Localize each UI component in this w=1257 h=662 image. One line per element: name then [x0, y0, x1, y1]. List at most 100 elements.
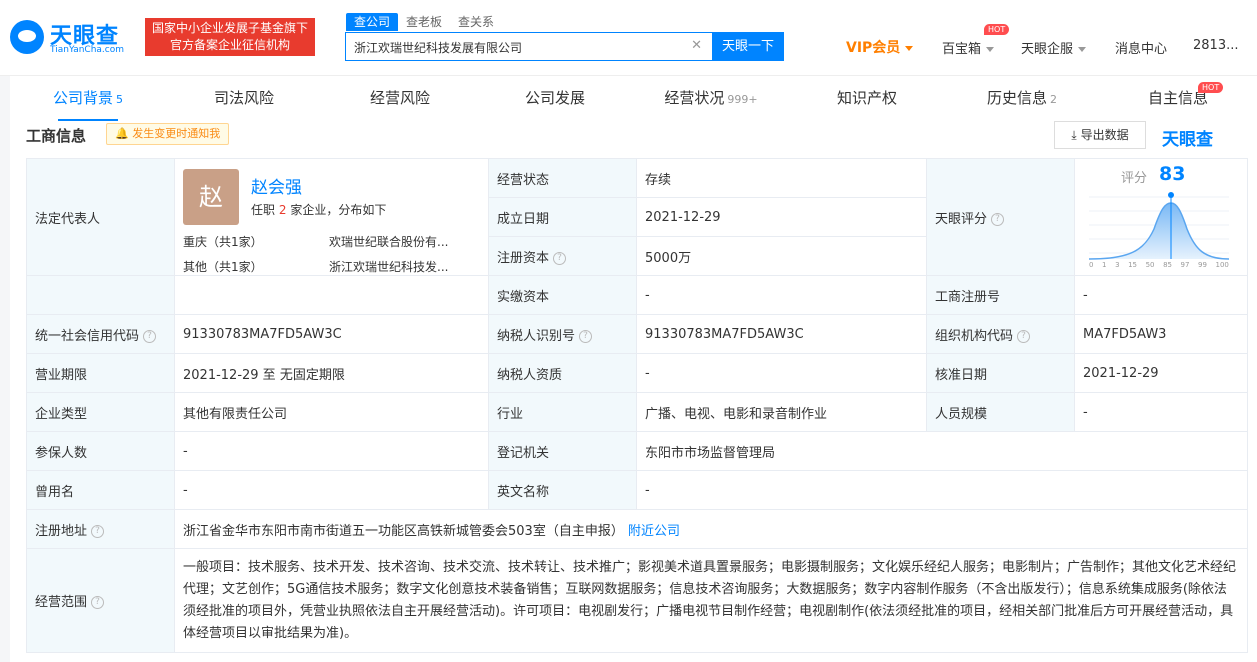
score-key-label: 天眼评分: [935, 211, 988, 227]
paid-capital-key: 实缴资本: [488, 275, 637, 315]
legal-rep-key-spacer: [26, 275, 175, 315]
uscc-value: 91330783MA7FD5AW3C: [174, 314, 489, 354]
industry-key: 行业: [488, 392, 637, 432]
address-key: 注册地址?: [26, 509, 175, 549]
address-text: 浙江省金华市东阳市南市街道五一功能区高铁新城管委会503室（自主申报）: [183, 523, 624, 539]
axis-tick: 50: [1145, 261, 1155, 269]
paid-capital-value: -: [636, 275, 927, 315]
term-value: 2021-12-29 至 无固定期限: [174, 353, 489, 393]
industry-value: 广播、电视、电影和录音制作业: [636, 392, 927, 432]
tab-business-risk[interactable]: 经营风险: [322, 76, 478, 121]
tax-id-key: 纳税人识别号?: [488, 314, 637, 354]
chevron-down-icon: [986, 47, 995, 52]
axis-tick: 0: [1089, 261, 1094, 269]
axis-tick: 99: [1198, 261, 1207, 269]
nearby-companies-link[interactable]: 附近公司: [628, 524, 680, 539]
staff-size-value: -: [1074, 392, 1248, 432]
badge-line-1: 国家中小企业发展子基金旗下: [151, 21, 308, 35]
axis-tick: 3: [1115, 261, 1120, 269]
help-icon[interactable]: ?: [579, 329, 593, 343]
role-suffix: 家企业，分布如下: [290, 203, 387, 217]
legal-rep-cell-spacer: [174, 275, 489, 315]
help-icon[interactable]: ?: [1017, 329, 1031, 343]
enterprise-menu[interactable]: 天眼企服: [1021, 38, 1087, 57]
help-icon[interactable]: ?: [143, 329, 157, 343]
staff-size-key: 人员规模: [926, 392, 1075, 432]
reg-no-value: -: [1074, 275, 1248, 315]
tab-self-info[interactable]: 自主信息: [1100, 76, 1256, 121]
eye-logo-icon: [10, 20, 44, 54]
tab-label: 经营风险: [369, 89, 430, 107]
axis-tick: 97: [1180, 261, 1190, 269]
former-name-value: -: [174, 470, 489, 510]
vip-label: VIP会员: [846, 40, 901, 56]
authority-key: 登记机关: [488, 431, 637, 471]
tab-business-status[interactable]: 经营状况 999+: [633, 76, 789, 121]
score-marker-dot: [1168, 192, 1174, 198]
former-name-key: 曾用名: [26, 470, 175, 510]
tab-history[interactable]: 历史信息 2: [944, 76, 1100, 121]
tab-judicial-risk[interactable]: 司法风险: [166, 76, 322, 121]
role-count[interactable]: 2: [279, 203, 287, 217]
tab-count: 2: [1050, 93, 1057, 106]
tab-ip[interactable]: 知识产权: [789, 76, 945, 121]
clear-icon[interactable]: ✕: [691, 38, 702, 53]
legal-rep-name[interactable]: 赵会强: [251, 173, 302, 198]
legal-rep-roles: 任职 2 家企业，分布如下: [251, 201, 386, 218]
search-tab-relation[interactable]: 查关系: [450, 13, 502, 31]
scope-key: 经营范围?: [26, 548, 175, 653]
company-2[interactable]: 浙江欢瑞世纪科技发...: [329, 258, 448, 275]
vip-menu[interactable]: VIP会员: [846, 37, 914, 57]
insured-key: 参保人数: [26, 431, 175, 471]
approve-date-key: 核准日期: [926, 353, 1075, 393]
site-logo[interactable]: 天眼查 TianYanCha.com: [10, 18, 136, 58]
chevron-down-icon: [905, 46, 914, 51]
export-button[interactable]: ⤓ 导出数据: [1054, 121, 1146, 149]
english-name-value: -: [636, 470, 1248, 510]
user-menu[interactable]: 2813...: [1193, 38, 1238, 53]
search-box: ✕: [345, 32, 713, 61]
company-1[interactable]: 欢瑞世纪联合股份有...: [329, 233, 448, 250]
section-tab-bar: 公司背景 5 司法风险 经营风险 公司发展 经营状况 999+ 知识产权 历史信息 2…: [10, 76, 1257, 121]
search-tab-company[interactable]: 查公司: [346, 13, 399, 31]
search-tab-boss[interactable]: 查老板: [398, 13, 450, 31]
score-axis: 0 1 3 15 50 85 97 99 100: [1089, 261, 1229, 269]
region-1: 重庆（共1家）: [183, 235, 263, 249]
tax-id-key-label: 纳税人识别号: [497, 328, 576, 344]
avatar[interactable]: 赵: [183, 169, 239, 225]
tab-label: 知识产权: [836, 89, 897, 107]
badge-line-2: 官方备案企业征信机构: [169, 38, 290, 52]
tax-id-value: 91330783MA7FD5AW3C: [636, 314, 927, 354]
messages-link[interactable]: 消息中心: [1115, 38, 1167, 57]
uscc-key-label: 统一社会信用代码: [35, 328, 140, 344]
help-icon[interactable]: ?: [91, 524, 105, 538]
org-code-key-label: 组织机构代码: [935, 328, 1014, 344]
taxpayer-qual-key: 纳税人资质: [488, 353, 637, 393]
axis-tick: 1: [1102, 261, 1107, 269]
notify-label: 发生变更时通知我: [132, 127, 221, 140]
section-title: 工商信息: [26, 127, 87, 145]
axis-tick: 100: [1215, 261, 1229, 269]
axis-tick: 15: [1128, 261, 1138, 269]
chevron-down-icon: [1078, 47, 1087, 52]
uscc-key: 统一社会信用代码?: [26, 314, 175, 354]
enterprise-label: 天眼企服: [1021, 42, 1074, 57]
role-prefix: 任职: [251, 203, 276, 217]
tab-company-background[interactable]: 公司背景 5: [10, 76, 166, 121]
tab-company-development[interactable]: 公司发展: [477, 76, 633, 121]
scope-key-label: 经营范围: [35, 595, 88, 610]
notify-button[interactable]: 🔔 发生变更时通知我: [106, 123, 230, 145]
region-2: 其他（共1家）: [183, 260, 263, 274]
help-icon[interactable]: ?: [991, 212, 1005, 226]
search-input[interactable]: [354, 38, 684, 56]
score-label: 评分: [1121, 171, 1148, 186]
search-button[interactable]: 天眼一下: [712, 32, 784, 61]
axis-tick: 85: [1163, 261, 1172, 269]
toolbox-menu[interactable]: 百宝箱: [942, 38, 995, 57]
business-info-table: 法定代表人 赵 赵会强 任职 2 家企业，分布如下 重庆（共1家） 欢瑞世纪联合…: [26, 158, 1248, 653]
english-name-key: 英文名称: [488, 470, 637, 510]
address-key-label: 注册地址: [35, 523, 88, 539]
score-value: 83: [1159, 163, 1186, 185]
help-icon[interactable]: ?: [91, 596, 105, 609]
help-icon[interactable]: ?: [553, 251, 567, 265]
